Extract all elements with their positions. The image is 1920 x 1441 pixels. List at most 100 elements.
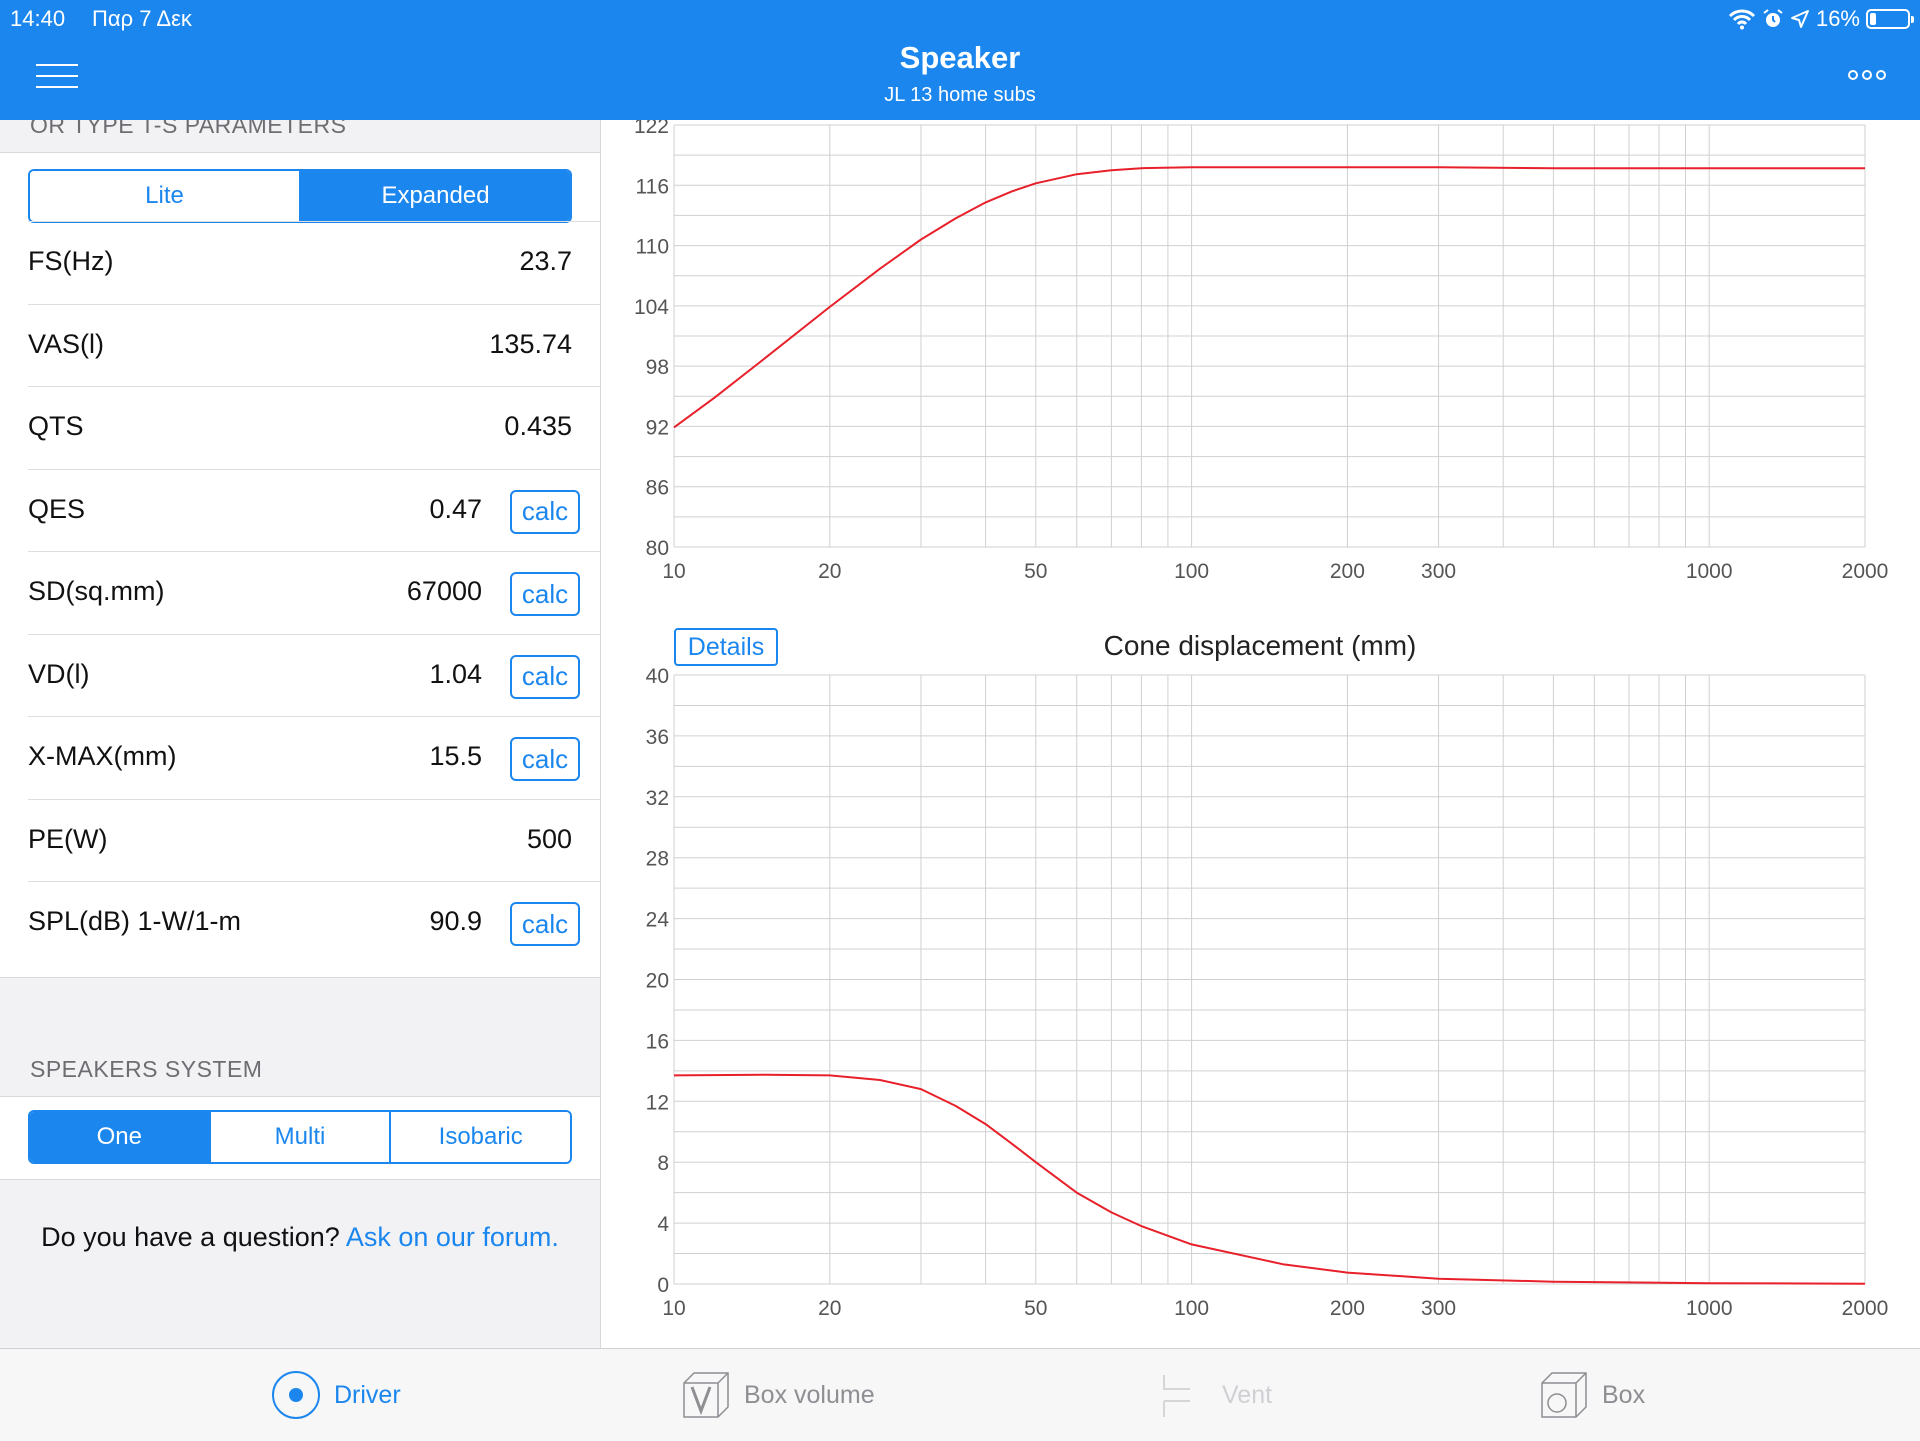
param-value[interactable]: 135.74: [372, 329, 572, 360]
vent-icon: [1163, 1375, 1190, 1417]
more-options-icon[interactable]: [1848, 70, 1886, 80]
param-row: QTS 0.435: [28, 386, 600, 468]
ts-parameters-card: Lite Expanded FS(Hz) 23.7 VAS(l) 135.74 QTS 0…: [0, 152, 600, 978]
series-line: [673, 166, 1865, 429]
status-time: 14:40: [10, 6, 66, 31]
calc-button[interactable]: calc: [510, 737, 580, 781]
mode-expanded-button[interactable]: Expanded: [299, 171, 570, 221]
param-label: QES: [28, 493, 86, 524]
param-label: X-MAX(mm): [28, 741, 177, 771]
param-row: PE(W) 500: [28, 798, 600, 881]
chart-cone: 0 4 8 12 16 20 24 28 32 36 40 10 20 50 100 200 300 1000 20…: [646, 665, 1889, 1320]
box-icon: [1541, 1372, 1587, 1418]
driver-radio-icon: [272, 1371, 320, 1419]
battery-icon: [1866, 9, 1914, 29]
page-subtitle: JL 13 home subs: [884, 84, 1036, 106]
ts-section-header: OR TYPE T-S PARAMETERS: [30, 120, 347, 138]
x-tick-label: 1000: [1686, 1297, 1733, 1320]
question-text: Do you have a question?: [41, 1222, 340, 1252]
x-tick-label: 1000: [1686, 560, 1733, 583]
param-row: FS(Hz) 23.7: [28, 221, 600, 303]
param-value[interactable]: 500: [372, 824, 572, 855]
param-value[interactable]: 67000: [282, 576, 482, 607]
page-title: Speaker: [899, 40, 1021, 75]
system-isobaric-button[interactable]: Isobaric: [389, 1112, 570, 1162]
param-row: VD(l) 1.04 calc: [28, 633, 600, 716]
x-tick-label: 2000: [1842, 560, 1889, 583]
tab-vent[interactable]: Vent: [1160, 1349, 1272, 1441]
x-tick-label: 200: [1330, 560, 1365, 583]
battery-fill: [1870, 13, 1876, 25]
y-tick-label: 122: [634, 120, 669, 138]
forum-link[interactable]: Ask on our forum.: [346, 1222, 559, 1252]
param-value[interactable]: 0.47: [282, 494, 482, 525]
mode-lite-button[interactable]: Lite: [30, 171, 299, 221]
param-label: QTS: [28, 411, 84, 441]
param-row: SPL(dB) 1-W/1-m 90.9 calc: [28, 881, 600, 963]
param-label: FS(Hz): [28, 246, 114, 276]
param-value[interactable]: 23.7: [372, 246, 572, 277]
x-tick-label: 300: [1421, 560, 1456, 583]
status-indicators: 16%: [1728, 4, 1914, 34]
calc-button[interactable]: calc: [510, 572, 580, 616]
param-value[interactable]: 0.435: [372, 411, 572, 442]
y-tick-label: 24: [646, 909, 670, 932]
x-tick-label: 20: [818, 560, 841, 583]
tab-driver[interactable]: Driver: [272, 1349, 401, 1441]
details-button[interactable]: Details: [674, 628, 778, 666]
x-tick-label: 100: [1174, 1297, 1209, 1320]
y-tick-label: 0: [657, 1274, 669, 1297]
x-tick-label: 200: [1330, 1297, 1365, 1320]
forum-question: Do you have a question? Ask on our forum…: [40, 1220, 560, 1254]
y-tick-label: 98: [646, 356, 669, 379]
param-value[interactable]: 90.9: [282, 906, 482, 937]
alarm-icon: [1763, 9, 1783, 27]
driver-parameters-panel: OR TYPE T-S PARAMETERS Lite Expanded FS(…: [0, 120, 601, 1348]
param-value[interactable]: 1.04: [282, 659, 482, 690]
x-tick-label: 50: [1024, 560, 1047, 583]
param-row: QES 0.47 calc: [28, 468, 600, 551]
chart-spl: 80 86 92 98 104 110 116 122 10 20 50 100 200 300 1000 2…: [634, 120, 1888, 583]
x-tick-label: 20: [818, 1297, 841, 1320]
system-one-button[interactable]: One: [30, 1112, 209, 1162]
y-tick-label: 8: [657, 1152, 669, 1175]
tab-driver-label: Driver: [334, 1380, 401, 1409]
x-tick-label: 10: [662, 560, 685, 583]
tab-vent-label: Vent: [1222, 1380, 1273, 1409]
y-tick-label: 92: [646, 416, 669, 439]
calc-button[interactable]: calc: [510, 489, 580, 534]
param-row: VAS(l) 135.74: [28, 303, 600, 386]
x-tick-label: 50: [1024, 1297, 1047, 1320]
y-tick-label: 86: [646, 477, 669, 500]
wifi-icon: [1728, 9, 1756, 30]
y-tick-label: 28: [646, 848, 669, 871]
y-tick-label: 16: [646, 1030, 669, 1053]
y-tick-label: 20: [646, 970, 669, 993]
ts-mode-segmented-control: Lite Expanded: [28, 169, 572, 223]
calc-button[interactable]: calc: [510, 654, 580, 699]
y-tick-label: 116: [636, 175, 669, 198]
param-label: PE(W): [28, 823, 108, 854]
y-tick-label: 110: [636, 236, 669, 259]
y-tick-label: 40: [646, 665, 669, 688]
system-multi-button[interactable]: Multi: [208, 1112, 390, 1162]
param-label: VD(l): [28, 658, 90, 689]
tab-bar: Driver Box volume Vent Box: [0, 1348, 1920, 1441]
param-label: VAS(l): [28, 328, 105, 359]
nav-bar: 14:40 Παρ 7 Δεκ 16% Speaker JL 13 home s…: [0, 0, 1920, 120]
y-tick-label: 36: [646, 726, 669, 749]
tab-box[interactable]: Box: [1540, 1349, 1645, 1441]
status-date: Παρ 7 Δεκ: [92, 6, 192, 31]
x-tick-label: 2000: [1842, 1297, 1889, 1320]
charts-panel[interactable]: 80 86 92 98 104 110 116 122 10 20 50 100 200 300 1000 2…: [601, 120, 1920, 1348]
charts-canvas: 8086929810411011612210 20 50 100 200 300 1000 2…: [634, 120, 1889, 1320]
speakers-system-segmented-control: One Multi Isobaric: [28, 1110, 572, 1164]
y-tick-label: 12: [646, 1091, 669, 1114]
tab-box-volume[interactable]: Box volume: [682, 1349, 875, 1441]
calc-button[interactable]: calc: [510, 902, 580, 946]
y-tick-label: 4: [657, 1213, 669, 1236]
location-icon: [1790, 10, 1809, 28]
param-value[interactable]: 15.5: [282, 741, 482, 772]
param-label: SD(sq.mm): [28, 576, 165, 606]
system-section-header: SPEAKERS SYSTEM: [30, 1056, 263, 1082]
